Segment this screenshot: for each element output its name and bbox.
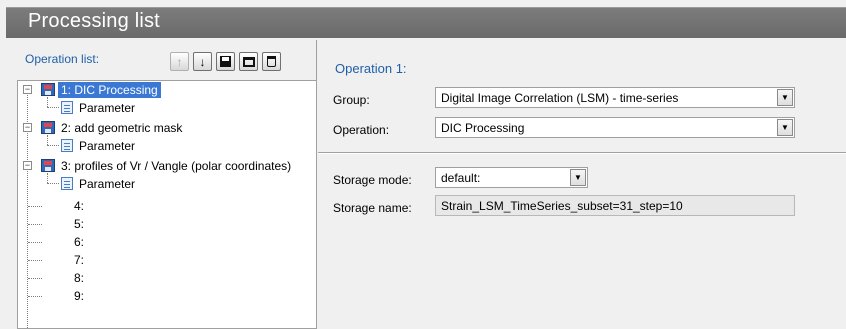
storage-mode-label: Storage mode: <box>333 173 412 187</box>
operation-tree[interactable]: − 1: DIC Processing Parameter − 2: add g… <box>17 80 317 329</box>
group-select[interactable]: Digital Image Correlation (LSM) - time-s… <box>435 87 795 108</box>
window-title: Processing list <box>28 10 160 32</box>
delete-button[interactable] <box>262 52 281 71</box>
storage-name-label: Storage name: <box>333 201 412 215</box>
operation-header: Operation 1: <box>335 61 407 76</box>
operation-list-label: Operation list: <box>25 52 100 66</box>
parameter-icon <box>61 101 73 114</box>
load-button[interactable] <box>239 52 258 71</box>
tree-item-label: Parameter <box>79 101 136 115</box>
tree-item-label: 9: <box>74 289 85 303</box>
operation-details-panel: Operation 1: Group: Digital Image Correl… <box>318 40 846 329</box>
tree-item-label: 6: <box>74 235 85 249</box>
section-divider <box>318 152 846 154</box>
collapse-icon[interactable]: − <box>23 123 32 132</box>
operation-select-value: DIC Processing <box>441 121 525 135</box>
collapse-icon[interactable]: − <box>23 85 32 94</box>
tree-item-label: Parameter <box>79 177 136 191</box>
operation-disk-icon <box>41 83 55 96</box>
tree-item-label: 8: <box>74 271 85 285</box>
tree-item-label: 1: DIC Processing <box>58 82 161 98</box>
move-up-button[interactable]: ↑ <box>170 52 189 71</box>
tree-item-parameter-1[interactable]: Parameter <box>79 100 135 116</box>
storage-mode-value: default: <box>441 171 481 185</box>
tree-item-slot-8[interactable]: 8: <box>74 270 84 286</box>
save-icon <box>220 56 231 67</box>
storage-mode-select[interactable]: default: ▼ <box>435 167 588 188</box>
tree-item-operation-3[interactable]: 3: profiles of Vr / Vangle (polar coordi… <box>61 158 291 174</box>
move-down-button[interactable]: ↓ <box>193 52 212 71</box>
tree-item-label: 2: add geometric mask <box>61 121 183 135</box>
tree-item-slot-6[interactable]: 6: <box>74 234 84 250</box>
tree-item-parameter-3[interactable]: Parameter <box>79 176 135 192</box>
save-button[interactable] <box>216 52 235 71</box>
group-select-value: Digital Image Correlation (LSM) - time-s… <box>441 91 679 105</box>
tree-item-parameter-2[interactable]: Parameter <box>79 138 135 154</box>
parameter-icon <box>61 139 73 152</box>
chevron-down-icon[interactable]: ▼ <box>570 169 586 186</box>
tree-item-slot-4[interactable]: 4: <box>74 198 84 214</box>
chevron-down-icon[interactable]: ▼ <box>777 119 793 136</box>
collapse-icon[interactable]: − <box>23 161 32 170</box>
tree-item-slot-7[interactable]: 7: <box>74 252 84 268</box>
tree-item-label: 4: <box>74 199 85 213</box>
load-icon <box>242 56 255 67</box>
storage-name-value: Strain_LSM_TimeSeries_subset=31_step=10 <box>441 199 683 213</box>
operation-disk-icon <box>41 121 55 134</box>
tree-item-slot-9[interactable]: 9: <box>74 288 84 304</box>
parameter-icon <box>61 177 73 190</box>
operation-list-panel: Operation list: ↑ ↓ − 1: DIC Processing … <box>6 40 317 329</box>
chevron-down-icon[interactable]: ▼ <box>777 89 793 106</box>
tree-item-operation-2[interactable]: 2: add geometric mask <box>61 120 182 136</box>
operation-disk-icon <box>41 159 55 172</box>
storage-name-field[interactable]: Strain_LSM_TimeSeries_subset=31_step=10 <box>435 195 795 216</box>
operation-label: Operation: <box>333 123 390 137</box>
operation-select[interactable]: DIC Processing ▼ <box>435 117 795 138</box>
group-label: Group: <box>333 93 370 107</box>
tree-item-label: 3: profiles of Vr / Vangle (polar coordi… <box>61 159 292 173</box>
move-down-icon: ↓ <box>199 54 206 69</box>
window-titlebar: Processing list <box>6 7 846 38</box>
tree-item-label: 7: <box>74 253 85 267</box>
tree-item-operation-1[interactable]: 1: DIC Processing <box>58 82 161 98</box>
move-up-icon: ↑ <box>176 54 183 69</box>
delete-icon <box>267 56 276 67</box>
tree-item-label: 5: <box>74 217 85 231</box>
tree-item-slot-5[interactable]: 5: <box>74 216 84 232</box>
tree-item-label: Parameter <box>79 139 136 153</box>
